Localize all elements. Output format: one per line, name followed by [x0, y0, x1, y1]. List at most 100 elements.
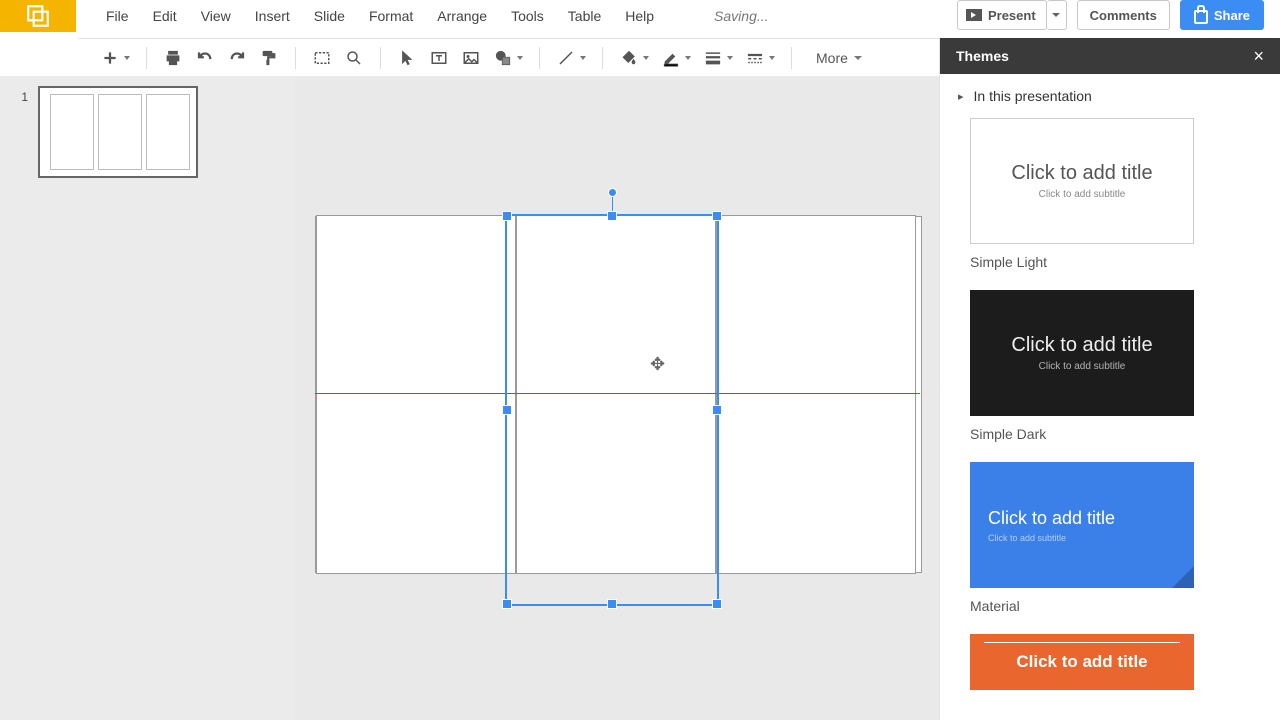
share-label: Share: [1214, 8, 1250, 23]
panel-section-header[interactable]: In this presentation: [940, 74, 1280, 118]
rotation-handle[interactable]: [608, 188, 617, 197]
theme-simple-light[interactable]: Click to add title Click to add subtitle…: [970, 118, 1250, 270]
comments-button[interactable]: Comments: [1077, 0, 1170, 30]
more-button[interactable]: More: [816, 50, 862, 66]
menu-insert[interactable]: Insert: [255, 8, 290, 24]
theme-preview: Click to add title Click to add subtitle: [970, 462, 1194, 588]
menu-edit[interactable]: Edit: [153, 8, 177, 24]
menu-table[interactable]: Table: [568, 8, 601, 24]
resize-handle-ml[interactable]: [502, 405, 512, 415]
themes-panel: Themes × In this presentation Click to a…: [939, 38, 1280, 720]
resize-handle-bm[interactable]: [607, 599, 617, 609]
separator: [146, 47, 147, 69]
thumb-shape: [50, 94, 94, 170]
undo-button[interactable]: [191, 44, 219, 72]
separator: [380, 47, 381, 69]
resize-handle-tm[interactable]: [607, 211, 617, 221]
app-logo[interactable]: [0, 0, 76, 32]
new-slide-button[interactable]: [96, 44, 124, 72]
resize-handle-mr[interactable]: [712, 405, 722, 415]
separator: [539, 47, 540, 69]
fold-icon: [1172, 566, 1194, 588]
fit-button[interactable]: [308, 44, 336, 72]
play-icon: [966, 9, 982, 21]
present-button[interactable]: Present: [957, 0, 1047, 30]
line-weight-icon: [704, 49, 722, 67]
slide-rect-1[interactable]: [316, 215, 516, 574]
theme-preview: Click to add title Click to add subtitle: [970, 118, 1194, 244]
separator: [791, 47, 792, 69]
themes-list: Click to add title Click to add subtitle…: [940, 118, 1280, 690]
theme-name: Simple Light: [970, 254, 1250, 270]
app-screen: File Edit View Insert Slide Format Arran…: [0, 0, 1280, 720]
line-dash-button[interactable]: [741, 44, 769, 72]
slide-rect-3[interactable]: [716, 215, 916, 574]
preview-subtitle: Click to add subtitle: [1039, 189, 1126, 200]
thumb-shape: [98, 94, 142, 170]
line-weight-button[interactable]: [699, 44, 727, 72]
resize-handle-tl[interactable]: [502, 211, 512, 221]
cursor-icon: [398, 49, 416, 67]
image-icon: [462, 49, 480, 67]
theme-simple-dark[interactable]: Click to add title Click to add subtitle…: [970, 290, 1250, 442]
line-icon: [557, 49, 575, 67]
resize-handle-br[interactable]: [712, 599, 722, 609]
theme-preview: Click to add title Click to add subtitle: [970, 290, 1194, 416]
menu-items: File Edit View Insert Slide Format Arran…: [76, 8, 769, 24]
preview-title: Click to add title: [1011, 162, 1152, 185]
resize-handle-bl[interactable]: [502, 599, 512, 609]
menu-slide[interactable]: Slide: [314, 8, 345, 24]
paint-format-button[interactable]: [255, 44, 283, 72]
print-button[interactable]: [159, 44, 187, 72]
share-button[interactable]: Share: [1180, 0, 1264, 30]
menu-bar: File Edit View Insert Slide Format Arran…: [0, 0, 1280, 32]
menu-help[interactable]: Help: [625, 8, 654, 24]
theme-name: Material: [970, 598, 1250, 614]
panel-title: Themes: [956, 48, 1009, 64]
undo-icon: [196, 49, 214, 67]
select-tool[interactable]: [393, 44, 421, 72]
thumbnail-row: 1: [0, 76, 295, 193]
menu-view[interactable]: View: [201, 8, 231, 24]
panel-header: Themes ×: [940, 38, 1280, 74]
image-tool[interactable]: [457, 44, 485, 72]
slide-canvas[interactable]: ✥: [295, 76, 940, 720]
preview-title: Click to add title: [988, 508, 1115, 529]
slide-thumbnail-1[interactable]: [38, 86, 198, 178]
selection-box[interactable]: [505, 214, 719, 606]
fit-icon: [313, 49, 331, 67]
line-dash-icon: [746, 49, 764, 67]
paint-bucket-icon: [620, 49, 638, 67]
resize-handle-tr[interactable]: [712, 211, 722, 221]
preview-subtitle: Click to add subtitle: [1039, 361, 1126, 372]
fill-color-button[interactable]: [615, 44, 643, 72]
theme-swiss[interactable]: Click to add title: [970, 634, 1250, 690]
theme-material[interactable]: Click to add title Click to add subtitle…: [970, 462, 1250, 614]
thumb-shape: [146, 94, 190, 170]
top-actions: Present Comments Share: [957, 0, 1264, 30]
zoom-button[interactable]: [340, 44, 368, 72]
present-label: Present: [988, 8, 1036, 23]
preview-title: Click to add title: [1016, 652, 1147, 672]
slides-icon: [25, 3, 51, 29]
menu-tools[interactable]: Tools: [511, 8, 544, 24]
redo-icon: [228, 49, 246, 67]
save-status: Saving...: [714, 8, 768, 24]
close-panel-button[interactable]: ×: [1253, 46, 1264, 67]
menu-arrange[interactable]: Arrange: [437, 8, 487, 24]
thumb-number: 1: [16, 90, 28, 104]
shape-tool[interactable]: [489, 44, 517, 72]
preview-subtitle: Click to add subtitle: [988, 533, 1066, 543]
menu-format[interactable]: Format: [369, 8, 413, 24]
slide-thumbnails: 1: [0, 76, 296, 720]
theme-name: Simple Dark: [970, 426, 1250, 442]
preview-title: Click to add title: [1011, 334, 1152, 357]
line-color-button[interactable]: [657, 44, 685, 72]
menu-file[interactable]: File: [106, 8, 129, 24]
line-tool[interactable]: [552, 44, 580, 72]
present-dropdown[interactable]: [1047, 0, 1067, 30]
theme-preview: Click to add title: [970, 634, 1194, 690]
textbox-tool[interactable]: [425, 44, 453, 72]
redo-button[interactable]: [223, 44, 251, 72]
plus-icon: [101, 49, 119, 67]
